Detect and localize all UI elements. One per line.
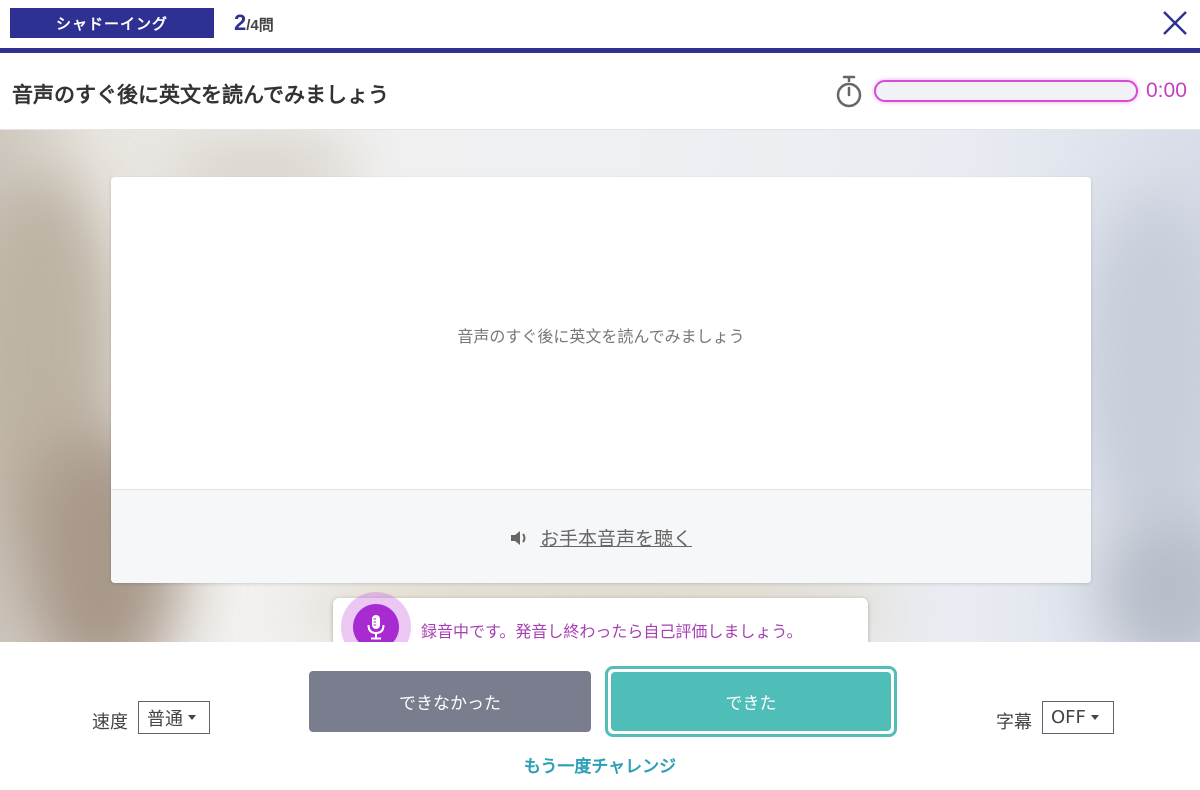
retry-link[interactable]: もう一度チャレンジ (0, 752, 1200, 777)
could-button[interactable]: できた (605, 666, 897, 737)
speed-label: 速度 (92, 712, 128, 733)
instruction-title: 音声のすぐ後に英文を読んでみましょう (12, 83, 389, 107)
total-questions: /4 (246, 17, 259, 34)
question-counter: 2/4問 (234, 10, 274, 36)
close-icon[interactable] (1158, 6, 1192, 40)
listen-label: お手本音声を聴く (539, 528, 692, 550)
speed-select[interactable]: 普通 (138, 701, 210, 734)
bg-blob (1100, 510, 1200, 642)
card-footer: お手本音声を聴く (111, 489, 1091, 583)
could-button-label: できた (611, 672, 891, 731)
stopwatch-icon (834, 75, 864, 109)
listen-model-audio-link[interactable]: お手本音声を聴く (111, 524, 1091, 551)
timer-progress-bar (874, 80, 1138, 102)
subtitle-select[interactable]: OFF (1042, 701, 1114, 734)
subtitle-label: 字幕 (996, 712, 1032, 733)
could-not-button[interactable]: できなかった (309, 671, 591, 732)
recording-message: 録音中です。発音し終わったら自己評価しましょう。 (421, 622, 803, 641)
card-prompt: 音声のすぐ後に英文を読んでみましょう (457, 327, 745, 346)
bg-blob (1080, 190, 1200, 530)
chevron-down-icon (1090, 715, 1099, 720)
current-question: 2 (234, 10, 247, 35)
bottom-controls: 速度 普通 できなかった できた 字幕 OFF もう一度チャレンジ (0, 642, 1200, 790)
mode-badge: シャドーイング (10, 8, 214, 38)
instruction-row: 音声のすぐ後に英文を読んでみましょう 0:00 (0, 53, 1200, 130)
shadowing-card: 音声のすぐ後に英文を読んでみましょう お手本音声を聴く (111, 177, 1091, 583)
speaker-icon (510, 529, 532, 547)
speed-value: 普通 (147, 708, 183, 730)
timer-text: 0:00 (1146, 79, 1187, 102)
subtitle-value: OFF (1051, 707, 1086, 728)
chevron-down-icon (188, 715, 196, 720)
top-bar: シャドーイング 2/4問 (0, 0, 1200, 48)
question-unit: 問 (258, 17, 274, 34)
